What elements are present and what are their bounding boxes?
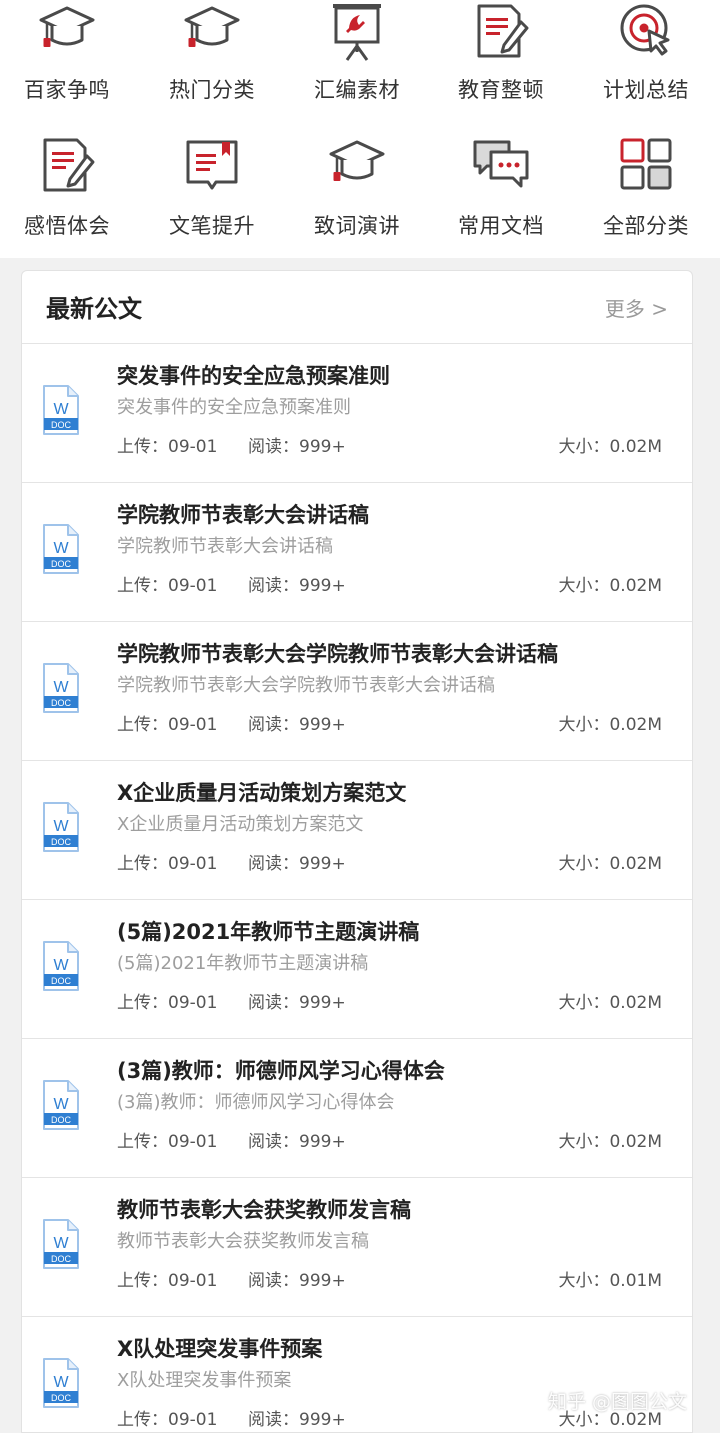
doc-subtitle: (5篇)2021年教师节主题演讲稿: [117, 953, 369, 974]
word-doc-icon: W DOC: [42, 1079, 80, 1131]
doc-read-count: 阅读：999+: [248, 1132, 346, 1152]
doc-subtitle: 突发事件的安全应急预案准则: [117, 397, 351, 418]
doc-title: (5篇)2021年教师节主题演讲稿: [117, 920, 420, 944]
doc-title: (3篇)教师：师德师风学习心得体会: [117, 1059, 445, 1083]
doc-file-size: 大小：0.02M: [558, 854, 662, 874]
doc-upload-date: 上传：09-01: [117, 1271, 218, 1291]
doc-read-count: 阅读：999+: [248, 576, 346, 596]
doc-icon-tag: DOC: [51, 420, 72, 430]
doc-icon-tag: DOC: [51, 698, 72, 708]
doc-upload-date: 上传：09-01: [117, 576, 218, 596]
doc-file-size: 大小：0.01M: [558, 1271, 662, 1291]
category-wenbi-tisheng[interactable]: 文笔提升: [140, 0, 284, 238]
doc-read-count: 阅读：999+: [248, 854, 346, 874]
document-pen-icon: [37, 134, 97, 200]
doc-title: 教师节表彰大会获奖教师发言稿: [117, 1198, 411, 1222]
doc-icon-tag: DOC: [51, 837, 72, 847]
doc-icon-tag: DOC: [51, 976, 72, 986]
doc-list-item[interactable]: W DOC 学院教师节表彰大会讲话稿 学院教师节表彰大会讲话稿 上传：09-01 …: [22, 483, 692, 622]
doc-icon-letter: W: [53, 679, 69, 696]
doc-upload-date: 上传：09-01: [117, 993, 218, 1013]
doc-read-count: 阅读：999+: [248, 1271, 346, 1291]
doc-list-item[interactable]: W DOC (5篇)2021年教师节主题演讲稿 (5篇)2021年教师节主题演讲稿…: [22, 900, 692, 1039]
doc-read-count: 阅读：999+: [248, 715, 346, 735]
doc-title: X企业质量月活动策划方案范文: [117, 781, 407, 805]
doc-list-item[interactable]: W DOC 教师节表彰大会获奖教师发言稿 教师节表彰大会获奖教师发言稿 上传：09…: [22, 1178, 692, 1317]
doc-file-size: 大小：0.02M: [558, 437, 662, 457]
category-ganwu-tihui[interactable]: 感悟体会: [0, 0, 139, 238]
doc-file-size: 大小：0.02M: [558, 993, 662, 1013]
doc-list-item[interactable]: W DOC 突发事件的安全应急预案准则 突发事件的安全应急预案准则 上传：09-0…: [22, 344, 692, 483]
more-link[interactable]: 更多 >: [605, 293, 668, 322]
doc-list-item[interactable]: W DOC X队处理突发事件预案 X队处理突发事件预案 上传：09-01 阅读：9…: [22, 1317, 692, 1432]
doc-upload-date: 上传：09-01: [117, 1132, 218, 1152]
category-label: 常用文档: [458, 214, 544, 238]
doc-icon-letter: W: [53, 1096, 69, 1113]
watermark: 知乎 @图图公文: [548, 1391, 688, 1413]
doc-list-item[interactable]: W DOC (3篇)教师：师德师风学习心得体会 (3篇)教师：师德师风学习心得体会…: [22, 1039, 692, 1178]
category-label: 感悟体会: [24, 214, 110, 238]
doc-file-size: 大小：0.02M: [558, 1132, 662, 1152]
doc-file-size: 大小：0.02M: [558, 715, 662, 735]
word-doc-icon: W DOC: [42, 1218, 80, 1270]
category-label: 全部分类: [603, 214, 689, 238]
word-doc-icon: W DOC: [42, 940, 80, 992]
doc-upload-date: 上传：09-01: [117, 437, 218, 457]
category-panel: 百家争鸣 热门分类 汇编素材 教育整顿 计划总结 感悟体会 文笔提升 致词演讲 …: [0, 0, 720, 258]
doc-title: 学院教师节表彰大会学院教师节表彰大会讲话稿: [117, 642, 558, 666]
doc-subtitle: 教师节表彰大会获奖教师发言稿: [117, 1231, 369, 1252]
doc-icon-letter: W: [53, 957, 69, 974]
doc-subtitle: 学院教师节表彰大会讲话稿: [117, 536, 333, 557]
word-doc-icon: W DOC: [42, 384, 80, 436]
word-doc-icon: W DOC: [42, 1357, 80, 1409]
doc-title: 突发事件的安全应急预案准则: [117, 364, 390, 388]
category-quanbu-fenlei[interactable]: 全部分类: [574, 0, 718, 238]
doc-read-count: 阅读：999+: [248, 437, 346, 457]
doc-icon-tag: DOC: [51, 1115, 72, 1125]
doc-icon-letter: W: [53, 1374, 69, 1391]
latest-docs-header: 最新公文 更多 >: [22, 271, 692, 344]
doc-upload-date: 上传：09-01: [117, 715, 218, 735]
doc-subtitle: (3篇)教师：师德师风学习心得体会: [117, 1092, 395, 1113]
doc-subtitle: X队处理突发事件预案: [117, 1370, 292, 1391]
grid-icon: [616, 134, 676, 200]
doc-upload-date: 上传：09-01: [117, 854, 218, 874]
open-book-icon: [182, 134, 242, 200]
doc-icon-letter: W: [53, 1235, 69, 1252]
doc-icon-letter: W: [53, 818, 69, 835]
doc-title: 学院教师节表彰大会讲话稿: [117, 503, 369, 527]
category-label: 致词演讲: [314, 214, 400, 238]
category-zhici-yanjiang[interactable]: 致词演讲: [285, 0, 429, 238]
doc-icon-letter: W: [53, 401, 69, 418]
doc-title: X队处理突发事件预案: [117, 1337, 323, 1361]
doc-icon-tag: DOC: [51, 1254, 72, 1264]
doc-list-item[interactable]: W DOC X企业质量月活动策划方案范文 X企业质量月活动策划方案范文 上传：09…: [22, 761, 692, 900]
doc-list-item[interactable]: W DOC 学院教师节表彰大会学院教师节表彰大会讲话稿 学院教师节表彰大会学院教师…: [22, 622, 692, 761]
section-title: 最新公文: [46, 295, 142, 323]
category-changyong-wendang[interactable]: 常用文档: [429, 0, 573, 238]
doc-subtitle: X企业质量月活动策划方案范文: [117, 814, 364, 835]
doc-read-count: 阅读：999+: [248, 993, 346, 1013]
graduation-cap-icon: [327, 134, 387, 200]
doc-file-size: 大小：0.02M: [558, 576, 662, 596]
word-doc-icon: W DOC: [42, 801, 80, 853]
chat-bubbles-icon: [471, 134, 531, 200]
latest-docs-card: 最新公文 更多 > W DOC 突发事件的安全应急预案准则 突发事件的安全应急预案…: [21, 270, 693, 1433]
doc-icon-letter: W: [53, 540, 69, 557]
category-label: 文笔提升: [169, 214, 255, 238]
word-doc-icon: W DOC: [42, 523, 80, 575]
doc-icon-tag: DOC: [51, 1393, 72, 1403]
doc-upload-date: 上传：09-01: [117, 1410, 218, 1430]
doc-read-count: 阅读：999+: [248, 1410, 346, 1430]
doc-subtitle: 学院教师节表彰大会学院教师节表彰大会讲话稿: [117, 675, 495, 696]
word-doc-icon: W DOC: [42, 662, 80, 714]
doc-icon-tag: DOC: [51, 559, 72, 569]
